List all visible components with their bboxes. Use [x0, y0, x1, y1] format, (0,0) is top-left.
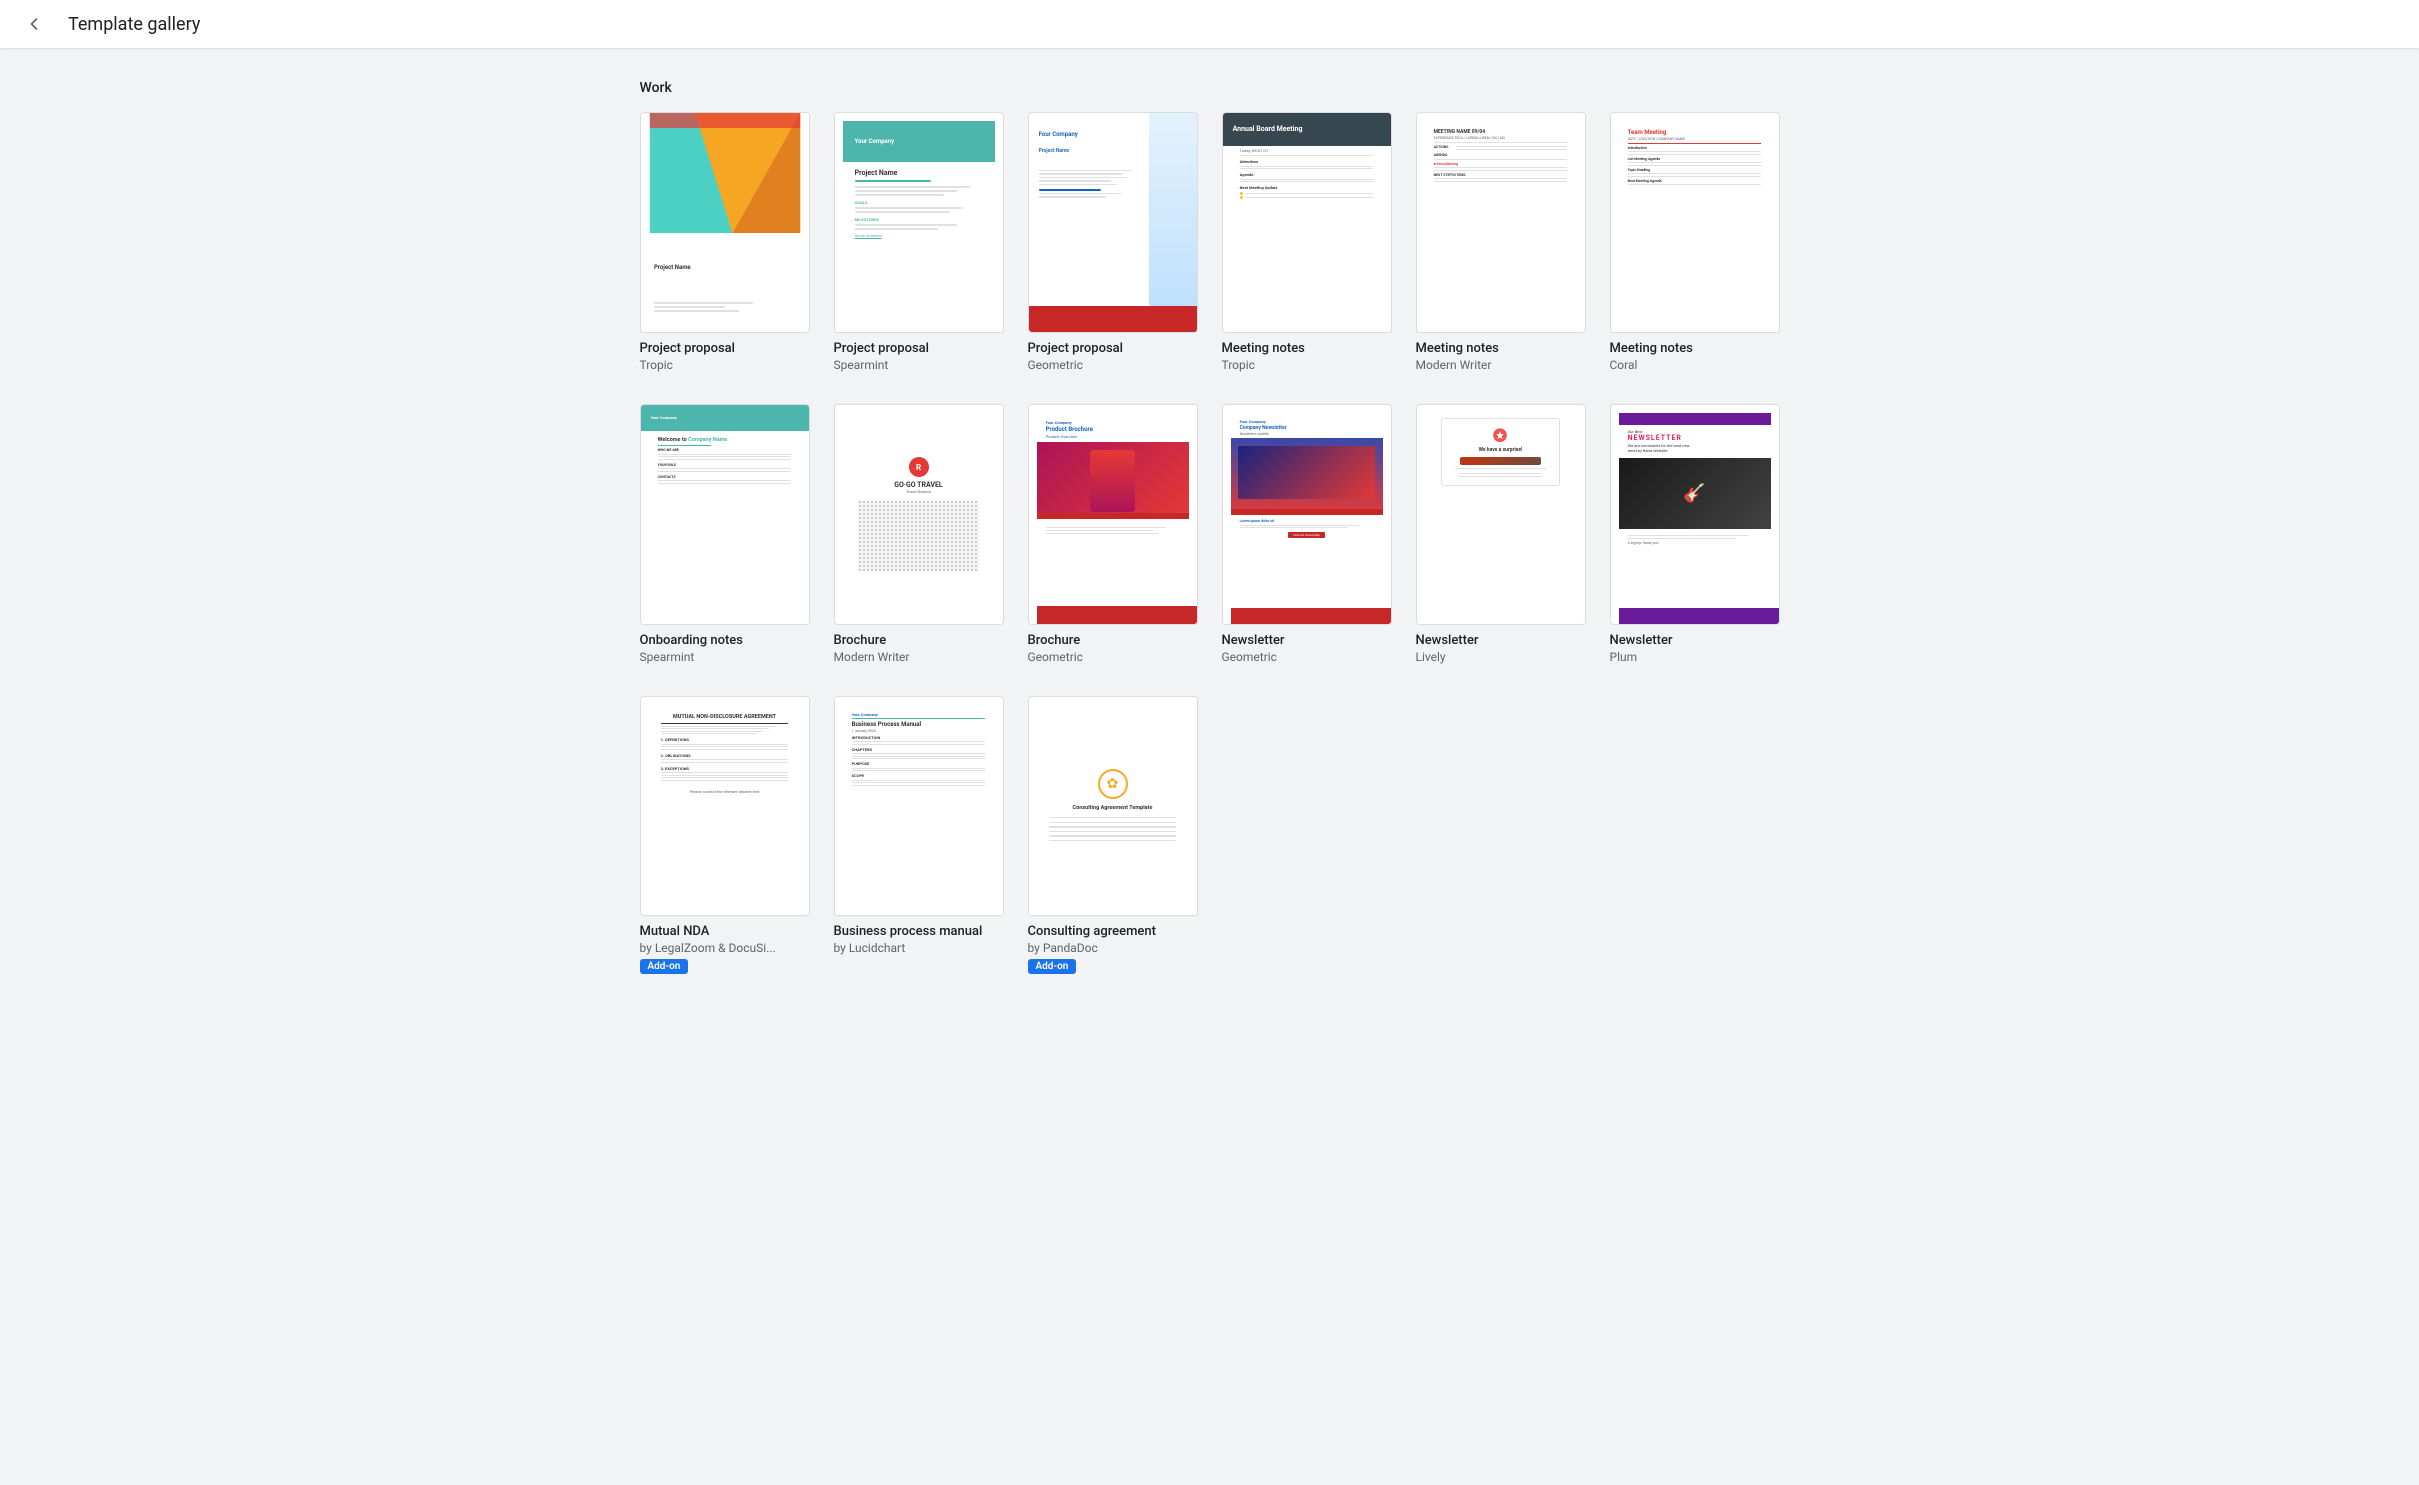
template-sub: Geometric [1222, 650, 1392, 664]
page-title: Template gallery [68, 14, 200, 35]
back-button[interactable] [16, 6, 52, 42]
template-name: Mutual NDA [640, 924, 810, 939]
template-sub: Geometric [1028, 358, 1198, 372]
template-name: Newsletter [1222, 633, 1392, 648]
template-name: Business process manual [834, 924, 1004, 939]
template-item-newsletter-lively[interactable]: We have a surprise! Newsletter Lively [1416, 404, 1586, 664]
template-sub: by Lucidchart [834, 941, 1004, 955]
template-thumb: MEETING NAME 09/04 EXPERIENCE POOL | LOR… [1416, 112, 1586, 333]
template-thumb: Your Company Project Name GOALS MILESTON… [834, 112, 1004, 333]
template-thumb: Your Company Welcome to Company Name WHO… [640, 404, 810, 625]
template-item-project-proposal-spearmint[interactable]: Your Company Project Name GOALS MILESTON… [834, 112, 1004, 372]
template-item-meeting-notes-tropic[interactable]: Annual Board Meeting Today, 08/01/21 Att… [1222, 112, 1392, 372]
template-item-project-proposal-tropic[interactable]: Project Name Project proposal Tropic [640, 112, 810, 372]
template-grid-row-1: Your Company Welcome to Company Name WHO… [640, 404, 1780, 664]
template-sub: Spearmint [834, 358, 1004, 372]
template-thumb: R GO·GO TRAVEL Travel Dealers [834, 404, 1004, 625]
app-header: Template gallery [0, 0, 2419, 48]
template-sub: by PandaDoc [1028, 941, 1198, 955]
template-item-mutual-nda[interactable]: MUTUAL NON-DISCLOSURE AGREEMENT 1. DEFIN… [640, 696, 810, 975]
template-thumb: Project Name [640, 112, 810, 333]
template-item-business-process-manual[interactable]: Your Company Business Process Manual 1 J… [834, 696, 1004, 975]
template-name: Meeting notes [1222, 341, 1392, 356]
template-item-brochure-mw[interactable]: R GO·GO TRAVEL Travel Dealers Brochure M… [834, 404, 1004, 664]
template-thumb: Our Best NEWSLETTER We are nominated for… [1610, 404, 1780, 625]
template-item-project-proposal-geometric[interactable]: Four Company Project Name Project propos… [1028, 112, 1198, 372]
section-title-work: Work [640, 80, 1780, 96]
template-name: Meeting notes [1610, 341, 1780, 356]
template-name: Project proposal [834, 341, 1004, 356]
template-item-meeting-notes-mw[interactable]: MEETING NAME 09/04 EXPERIENCE POOL | LOR… [1416, 112, 1586, 372]
template-sub: by LegalZoom & DocuSi... [640, 941, 810, 955]
template-thumb: Team Meeting DATE | LOCATION | COMPANY N… [1610, 112, 1780, 333]
template-item-consulting-agreement[interactable]: ✿ Consulting Agreement Template Consulti… [1028, 696, 1198, 975]
template-thumb: Four Company Product Brochure Product Ov… [1028, 404, 1198, 625]
template-item-newsletter-geo[interactable]: Four Company Company Newsletter Newslett… [1222, 404, 1392, 664]
main-content: Work Project Name [560, 48, 1860, 1038]
template-sub: Geometric [1028, 650, 1198, 664]
template-item-brochure-geo[interactable]: Four Company Product Brochure Product Ov… [1028, 404, 1198, 664]
template-name: Project proposal [1028, 341, 1198, 356]
template-grid-row-2: MUTUAL NON-DISCLOSURE AGREEMENT 1. DEFIN… [640, 696, 1780, 975]
template-sub: Tropic [640, 358, 810, 372]
addon-badge: Add-on [1028, 959, 1077, 974]
template-thumb: Four Company Project Name [1028, 112, 1198, 333]
template-thumb: We have a surprise! [1416, 404, 1586, 625]
template-item-meeting-notes-coral[interactable]: Team Meeting DATE | LOCATION | COMPANY N… [1610, 112, 1780, 372]
template-thumb: Your Company Business Process Manual 1 J… [834, 696, 1004, 917]
addon-badge: Add-on [640, 959, 689, 974]
template-name: Consulting agreement [1028, 924, 1198, 939]
template-sub: Coral [1610, 358, 1780, 372]
template-sub: Lively [1416, 650, 1586, 664]
template-sub: Plum [1610, 650, 1780, 664]
template-grid-row-0: Project Name Project proposal Tropic You… [640, 112, 1780, 372]
template-sub: Tropic [1222, 358, 1392, 372]
template-name: Newsletter [1610, 633, 1780, 648]
template-sub: Modern Writer [834, 650, 1004, 664]
template-item-newsletter-plum[interactable]: Our Best NEWSLETTER We are nominated for… [1610, 404, 1780, 664]
template-name: Project proposal [640, 341, 810, 356]
template-name: Meeting notes [1416, 341, 1586, 356]
template-item-onboarding-spearmint[interactable]: Your Company Welcome to Company Name WHO… [640, 404, 810, 664]
template-name: Newsletter [1416, 633, 1586, 648]
template-name: Brochure [834, 633, 1004, 648]
template-thumb: Annual Board Meeting Today, 08/01/21 Att… [1222, 112, 1392, 333]
template-thumb: Four Company Company Newsletter Newslett… [1222, 404, 1392, 625]
template-thumb: MUTUAL NON-DISCLOSURE AGREEMENT 1. DEFIN… [640, 696, 810, 917]
template-thumb: ✿ Consulting Agreement Template [1028, 696, 1198, 917]
template-name: Onboarding notes [640, 633, 810, 648]
template-name: Brochure [1028, 633, 1198, 648]
template-sub: Modern Writer [1416, 358, 1586, 372]
template-sub: Spearmint [640, 650, 810, 664]
